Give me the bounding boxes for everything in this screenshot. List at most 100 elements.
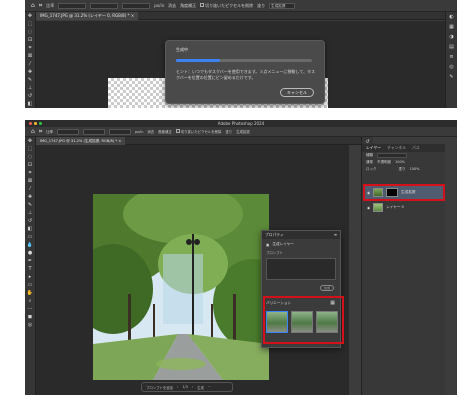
- brush-tool-icon[interactable]: ✎: [25, 76, 35, 84]
- prompt-input[interactable]: [266, 258, 336, 280]
- fill-value[interactable]: 100%: [410, 166, 420, 173]
- delete-cropped-checkbox[interactable]: 切り抜いたピクセルを削除: [175, 129, 221, 134]
- zoom-window-icon[interactable]: [39, 122, 42, 125]
- panel-menu-icon[interactable]: ≡: [334, 231, 337, 239]
- gradient-tool-icon[interactable]: ▭: [25, 233, 35, 241]
- ctx-generate-button[interactable]: 生成: [197, 385, 204, 390]
- clear-button[interactable]: 消去: [147, 129, 154, 134]
- path-select-tool-icon[interactable]: ▸: [25, 273, 35, 281]
- generate-button[interactable]: 生成: [320, 285, 334, 291]
- history-brush-tool-icon[interactable]: ↺: [25, 92, 35, 100]
- generative-expand-dropdown[interactable]: 生成拡張: [236, 129, 250, 134]
- height-field[interactable]: [82, 128, 105, 135]
- unit-dropdown[interactable]: px/in: [154, 3, 164, 8]
- document-tab[interactable]: IMG_1747.JPG @ 31.2% (レイヤー 0, RGB/8) * ×: [36, 12, 139, 20]
- next-variation-icon[interactable]: ›: [192, 385, 193, 389]
- crop-tool-icon[interactable]: ⌗: [25, 44, 35, 52]
- delete-cropped-checkbox[interactable]: 切り抜いたピクセルを削除: [200, 2, 253, 9]
- frame-tool-icon[interactable]: ⊠: [25, 52, 35, 60]
- frame-tool-icon[interactable]: ⊠: [25, 177, 35, 185]
- ratio-dropdown[interactable]: 比率: [46, 129, 53, 134]
- brush-tool-icon[interactable]: ✎: [25, 201, 35, 209]
- straighten-button[interactable]: 角度補正: [158, 129, 172, 134]
- resolution-field[interactable]: [108, 128, 131, 135]
- kind-filter-label[interactable]: 種類: [366, 152, 373, 159]
- variation-page: 1/3: [182, 385, 188, 389]
- channels-panel-icon[interactable]: ◎: [446, 62, 457, 72]
- stamp-tool-icon[interactable]: ⊥: [25, 209, 35, 217]
- crop-tool-icon[interactable]: ⌗: [25, 169, 35, 177]
- height-field[interactable]: [90, 2, 119, 9]
- history-brush-tool-icon[interactable]: ↺: [25, 217, 35, 225]
- tab-paths[interactable]: パス: [412, 144, 420, 152]
- eyedropper-tool-icon[interactable]: ⁄: [25, 60, 35, 68]
- ratio-dropdown[interactable]: 比率: [46, 3, 54, 9]
- stamp-tool-icon[interactable]: ⊥: [25, 84, 35, 92]
- zoom-tool-icon[interactable]: ⌕: [25, 297, 35, 305]
- object-select-tool-icon[interactable]: ⊡: [25, 36, 35, 44]
- home-icon[interactable]: ⌂: [31, 128, 35, 135]
- layers-panel-icon[interactable]: ≡: [446, 52, 457, 62]
- eyedropper-tool-icon[interactable]: ⁄: [25, 185, 35, 193]
- blend-mode-dropdown[interactable]: 通常: [366, 159, 373, 166]
- filter-icons[interactable]: [377, 153, 407, 158]
- color-panel-icon[interactable]: ◐: [446, 12, 457, 22]
- top-screenshot: ⌂ ⌗ 比率 px/in 消去 角度補正 切り抜いたピクセルを削除 塗り 生成拡…: [25, 0, 457, 108]
- swatches-panel-icon[interactable]: ▦: [446, 22, 457, 32]
- document-tab[interactable]: IMG_1747.JPG @ 31.2% (生成拡張, RGB/8) * ×: [36, 137, 126, 145]
- quick-mask-icon[interactable]: ◎: [25, 321, 35, 329]
- document-tabbar: IMG_1747.JPG @ 31.2% (生成拡張, RGB/8) * ×: [36, 137, 361, 145]
- bottom-screenshot: Adobe Photoshop 2024 共有 ⌂ ⌗ 比率 px/in 消去 …: [25, 120, 457, 395]
- fill-dropdown[interactable]: 塗り: [225, 129, 232, 134]
- blur-tool-icon[interactable]: 💧: [25, 241, 35, 249]
- prompt-label: プロンプト: [266, 251, 283, 255]
- lasso-tool-icon[interactable]: ◌: [25, 153, 35, 161]
- color-swatch-icon[interactable]: ◼: [25, 313, 35, 321]
- type-tool-icon[interactable]: T: [25, 265, 35, 273]
- move-tool-icon[interactable]: ✥: [25, 137, 35, 145]
- width-field[interactable]: [58, 2, 87, 9]
- generative-expand-dropdown[interactable]: 生成拡張: [269, 2, 296, 9]
- width-field[interactable]: [56, 128, 79, 135]
- progress-fill: [176, 59, 220, 62]
- move-tool-icon[interactable]: ✥: [25, 12, 35, 20]
- ctx-prompt-input[interactable]: プロンプトを追加: [146, 385, 173, 390]
- paths-panel-icon[interactable]: ✎: [446, 72, 457, 82]
- prev-variation-icon[interactable]: ‹: [177, 385, 178, 389]
- eraser-tool-icon[interactable]: ◧: [25, 100, 35, 108]
- crop-icon[interactable]: ⌗: [39, 128, 42, 136]
- shape-tool-icon[interactable]: ▭: [25, 281, 35, 289]
- home-icon[interactable]: ⌂: [31, 2, 35, 9]
- marquee-tool-icon[interactable]: ⬚: [25, 20, 35, 28]
- options-bar: ⌂ ⌗ 比率 px/in 消去 角度補正 切り抜いたピクセルを削除 塗り 生成拡…: [25, 0, 457, 12]
- opacity-value[interactable]: 100%: [395, 159, 405, 166]
- resolution-field[interactable]: [122, 2, 151, 9]
- healing-tool-icon[interactable]: ✚: [25, 68, 35, 76]
- tab-layers[interactable]: レイヤー: [366, 144, 381, 152]
- adjustments-panel-icon[interactable]: ◑: [446, 32, 457, 42]
- more-options-icon[interactable]: ···: [208, 385, 211, 389]
- layer-row-layer-0[interactable]: ◉ レイヤー 0: [364, 201, 443, 214]
- canvas-photo[interactable]: [93, 194, 269, 380]
- lasso-tool-icon[interactable]: ◌: [25, 28, 35, 36]
- hand-tool-icon[interactable]: ✋: [25, 289, 35, 297]
- healing-tool-icon[interactable]: ✚: [25, 193, 35, 201]
- more-tools-icon[interactable]: ···: [25, 305, 35, 313]
- visibility-eye-icon[interactable]: ◉: [367, 206, 370, 210]
- marquee-tool-icon[interactable]: ⬚: [25, 145, 35, 153]
- dodge-tool-icon[interactable]: ●: [25, 249, 35, 257]
- cancel-button[interactable]: キャンセル: [280, 88, 314, 97]
- fill-dropdown[interactable]: 塗り: [257, 3, 265, 9]
- tab-channels[interactable]: チャンネル: [387, 144, 406, 152]
- clear-button[interactable]: 消去: [168, 3, 176, 9]
- unit-dropdown[interactable]: px/in: [135, 130, 143, 134]
- crop-icon[interactable]: ⌗: [39, 2, 42, 10]
- eraser-tool-icon[interactable]: ◧: [25, 225, 35, 233]
- minimize-window-icon[interactable]: [34, 122, 37, 125]
- libraries-panel-icon[interactable]: ▤: [446, 42, 457, 52]
- properties-title: プロパティ: [265, 232, 284, 237]
- close-window-icon[interactable]: [29, 122, 32, 125]
- straighten-button[interactable]: 角度補正: [180, 3, 196, 9]
- object-select-tool-icon[interactable]: ⊡: [25, 161, 35, 169]
- pen-tool-icon[interactable]: ✒: [25, 257, 35, 265]
